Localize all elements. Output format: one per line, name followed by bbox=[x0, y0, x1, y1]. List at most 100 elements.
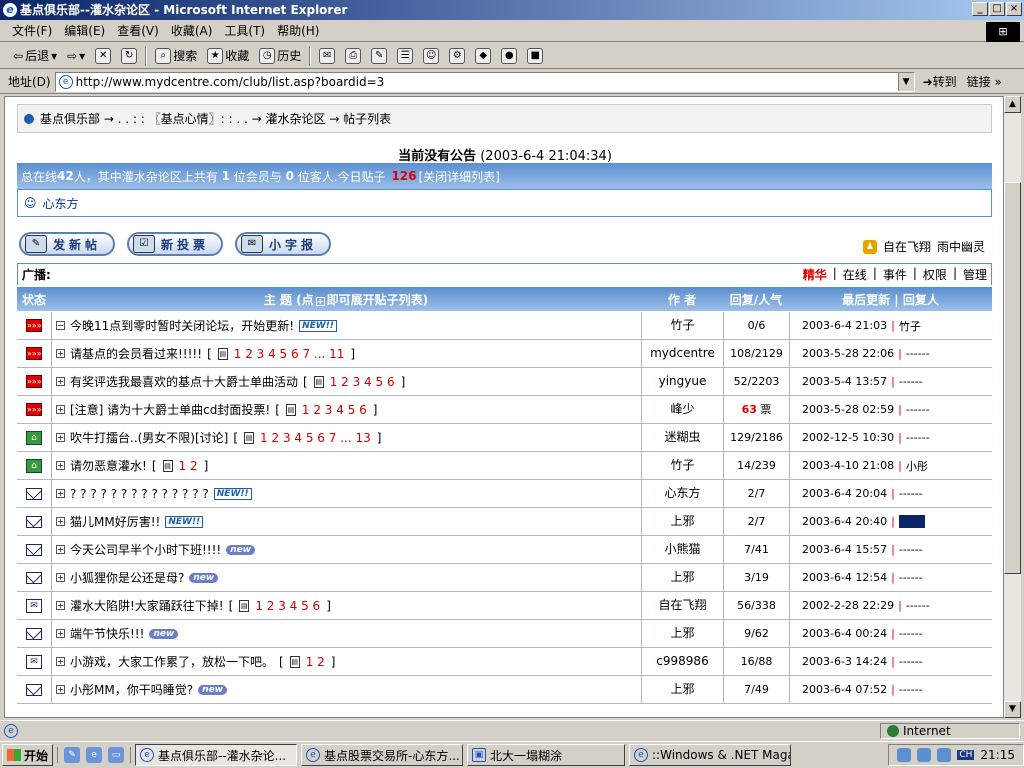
new-vote-button[interactable]: ☑ 新投票 bbox=[127, 232, 223, 256]
last-replier[interactable]: 小彤 bbox=[906, 458, 928, 474]
address-input[interactable]: e http://www.mydcentre.com/club/list.asp… bbox=[54, 71, 915, 92]
last-update-time[interactable]: 2003-6-3 14:24 bbox=[802, 655, 887, 668]
plugin-button[interactable]: ◆ bbox=[470, 47, 496, 64]
last-update-time[interactable]: 2003-6-4 00:24 bbox=[802, 627, 887, 640]
expand-toggle-icon[interactable]: + bbox=[56, 349, 65, 358]
expand-toggle-icon[interactable]: + bbox=[56, 657, 65, 666]
last-update-time[interactable]: 2003-6-4 07:52 bbox=[802, 683, 887, 696]
last-replier[interactable]: ------ bbox=[899, 487, 923, 500]
topic-link[interactable]: 猫儿MM好厉害!! bbox=[70, 513, 160, 530]
topic-link[interactable]: 今天公司早半个小时下班!!!! bbox=[70, 541, 221, 558]
author-cell[interactable]: c998986 bbox=[641, 648, 723, 675]
breadcrumb-text[interactable]: 基点俱乐部 → . . : : 〖基点心情〗: : . . → 灌水杂论区 → … bbox=[40, 110, 391, 127]
expand-toggle-icon[interactable]: + bbox=[56, 405, 65, 414]
last-update-time[interactable]: 2003-5-28 22:06 bbox=[802, 347, 894, 360]
quicklaunch-tool-icon[interactable]: ✎ bbox=[64, 747, 81, 763]
new-post-button[interactable]: ✎ 发新帖 bbox=[19, 232, 115, 256]
author-cell[interactable]: 迷糊虫 bbox=[641, 424, 723, 451]
print-button[interactable]: ⎙ bbox=[340, 47, 366, 64]
last-replier[interactable]: ------ bbox=[899, 655, 923, 668]
menu-tools[interactable]: 工具(T) bbox=[218, 22, 271, 39]
last-update-time[interactable]: 2003-6-4 20:40 bbox=[802, 515, 887, 528]
topic-link[interactable]: 端午节快乐!!! bbox=[70, 625, 144, 642]
page-numbers[interactable]: 1 2 3 4 5 6 7 ... 11 bbox=[234, 347, 345, 361]
scroll-down-icon[interactable]: ▼ bbox=[1004, 701, 1021, 718]
task-button[interactable]: e::Windows & .NET Magazi... bbox=[629, 744, 792, 766]
search-button[interactable]: ⌕ 搜索 bbox=[150, 47, 202, 64]
quicklaunch-ie-icon[interactable]: e bbox=[86, 747, 103, 763]
page-numbers[interactable]: 1 2 3 4 5 6 bbox=[330, 375, 395, 389]
last-update-time[interactable]: 2002-2-28 22:29 bbox=[802, 599, 894, 612]
scroll-thumb[interactable] bbox=[1004, 182, 1021, 574]
topic-link[interactable]: 小游戏，大家工作累了，放松一下吧。 bbox=[70, 653, 274, 670]
menu-favorites[interactable]: 收藏(A) bbox=[165, 22, 219, 39]
expand-toggle-icon[interactable]: + bbox=[56, 517, 65, 526]
topic-link[interactable]: 请基点的会员看过来!!!!! bbox=[70, 345, 202, 362]
vertical-scrollbar[interactable]: ▲ ▼ bbox=[1004, 96, 1021, 718]
last-replier[interactable]: ------ bbox=[906, 403, 930, 416]
last-update-time[interactable]: 2003-6-4 21:03 bbox=[802, 319, 887, 332]
expand-toggle-icon[interactable]: + bbox=[56, 573, 65, 582]
menu-view[interactable]: 查看(V) bbox=[111, 22, 165, 39]
topic-link[interactable]: 小狐狸你是公还是母? bbox=[70, 569, 184, 586]
small-note-button[interactable]: ✉ 小字报 bbox=[235, 232, 331, 256]
start-button[interactable]: 开始 bbox=[2, 744, 54, 766]
network-icon[interactable] bbox=[917, 748, 932, 762]
expand-toggle-icon[interactable]: + bbox=[56, 461, 65, 470]
plugin3-button[interactable]: ■ bbox=[522, 47, 548, 64]
plugin2-button[interactable]: ● bbox=[496, 47, 522, 64]
messenger-button[interactable]: ☺ bbox=[418, 47, 444, 64]
discuss-button[interactable]: ☰ bbox=[392, 47, 418, 64]
expand-toggle-icon[interactable]: + bbox=[56, 545, 65, 554]
last-update-time[interactable]: 2003-6-4 12:54 bbox=[802, 571, 887, 584]
expand-toggle-icon[interactable]: + bbox=[56, 433, 65, 442]
last-replier[interactable]: ------ bbox=[898, 515, 925, 528]
close-list-link[interactable]: [关闭详细列表] bbox=[419, 168, 500, 185]
scroll-up-icon[interactable]: ▲ bbox=[1004, 96, 1021, 113]
online-link[interactable]: 在线 bbox=[843, 266, 867, 283]
quicklaunch-desktop-icon[interactable]: ▭ bbox=[108, 747, 125, 763]
topic-link[interactable]: ? ? ? ? ? ? ? ? ? ? ? ? ? ? bbox=[70, 487, 209, 501]
favorites-button[interactable]: ★ 收藏 bbox=[202, 47, 254, 64]
last-replier[interactable]: ------ bbox=[899, 375, 923, 388]
forward-button[interactable]: ⇨ ▾ bbox=[62, 49, 90, 63]
back-button[interactable]: ⇦ 后退 ▾ bbox=[8, 47, 62, 64]
last-replier[interactable]: ------ bbox=[906, 431, 930, 444]
menu-file[interactable]: 文件(F) bbox=[6, 22, 58, 39]
manage-link[interactable]: 管理 bbox=[963, 266, 987, 283]
last-update-time[interactable]: 2003-6-4 15:57 bbox=[802, 543, 887, 556]
stop-button[interactable]: ✕ bbox=[90, 47, 116, 64]
expand-toggle-icon[interactable]: + bbox=[56, 685, 65, 694]
page-numbers[interactable]: 1 2 bbox=[179, 459, 198, 473]
topic-link[interactable]: 吹牛打擂台..(男女不限)[讨论] bbox=[70, 429, 228, 446]
page-numbers[interactable]: 1 2 bbox=[306, 655, 325, 669]
menu-edit[interactable]: 编辑(E) bbox=[58, 22, 111, 39]
author-cell[interactable]: 上邪 bbox=[641, 676, 723, 703]
mail-button[interactable]: ✉ bbox=[314, 47, 340, 64]
page-numbers[interactable]: 1 2 3 4 5 6 7 ... 13 bbox=[260, 431, 371, 445]
last-replier[interactable]: ------ bbox=[899, 571, 923, 584]
page-numbers[interactable]: 1 2 3 4 5 6 bbox=[302, 403, 367, 417]
expand-toggle-icon[interactable]: + bbox=[56, 601, 65, 610]
edit-button[interactable]: ✎ bbox=[366, 47, 392, 64]
author-cell[interactable]: 小熊猫 bbox=[641, 536, 723, 563]
author-cell[interactable]: 峰少 bbox=[641, 396, 723, 423]
moderator-link[interactable]: 雨中幽灵 bbox=[937, 238, 985, 255]
author-cell[interactable]: 竹子 bbox=[641, 312, 723, 339]
last-replier[interactable]: ------ bbox=[906, 347, 930, 360]
last-replier[interactable]: ------ bbox=[906, 599, 930, 612]
last-update-time[interactable]: 2002-12-5 10:30 bbox=[802, 431, 894, 444]
online-user[interactable]: 心东方 bbox=[43, 195, 79, 212]
menu-help[interactable]: 帮助(H) bbox=[271, 22, 325, 39]
task-button[interactable]: e 基点俱乐部--灌水杂论... bbox=[135, 744, 298, 766]
last-update-time[interactable]: 2003-6-4 20:04 bbox=[802, 487, 887, 500]
last-replier[interactable]: ------ bbox=[899, 627, 923, 640]
input-language[interactable]: CH bbox=[957, 750, 975, 760]
topic-link[interactable]: 今晚11点到零时暂时关闭论坛，开始更新! bbox=[70, 317, 294, 334]
history-button[interactable]: ◷ 历史 bbox=[254, 47, 306, 64]
last-update-time[interactable]: 2003-5-28 02:59 bbox=[802, 403, 894, 416]
expand-toggle-icon[interactable]: + bbox=[56, 489, 65, 498]
address-dropdown-icon[interactable]: ▼ bbox=[897, 72, 914, 91]
author-cell[interactable]: 心东方 bbox=[641, 480, 723, 507]
minimize-button[interactable]: _ bbox=[972, 2, 988, 16]
